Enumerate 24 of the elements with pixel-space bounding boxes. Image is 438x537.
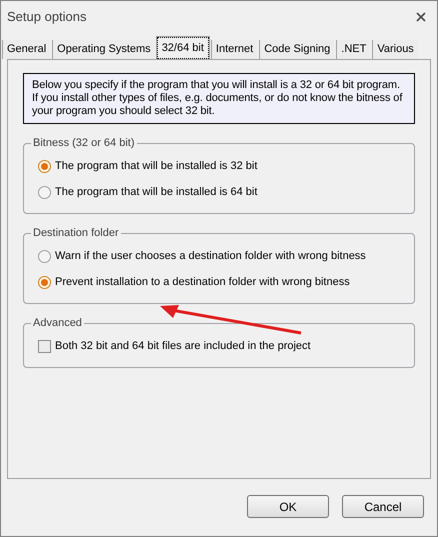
close-icon (414, 10, 428, 24)
dialog-button[interactable]: Cancel (342, 495, 424, 518)
dialog-button[interactable]: OK (247, 495, 329, 518)
radio-button[interactable] (38, 160, 51, 173)
tab[interactable]: Operating Systems (52, 40, 155, 59)
tab[interactable]: Various (372, 40, 418, 59)
checkbox[interactable] (38, 340, 51, 353)
tab[interactable]: General (2, 40, 50, 59)
tab[interactable]: 32/64 bit (156, 37, 209, 59)
tab[interactable]: .NET (336, 40, 370, 59)
radio-button[interactable] (38, 186, 51, 199)
option-label: Both 32 bit and 64 bit files are included in the project (55, 340, 311, 353)
info-text: Below you specify if the program that you will install is a 32 or 64 bit program. If you install other types of files, e.g. documents, or do not know the bitness of your program you should select 32 bit. (23, 73, 415, 124)
tab[interactable]: Code Signing (259, 40, 334, 59)
radio-button[interactable] (38, 276, 51, 289)
option-label: The program that will be installed is 32 bit (55, 160, 258, 173)
radio-button[interactable] (38, 250, 51, 263)
group-title: Bitness (32 or 64 bit) (31, 136, 136, 150)
arrow-icon (160, 305, 302, 334)
option-label: The program that will be installed is 64 bit (55, 186, 258, 199)
tab[interactable]: Internet (210, 40, 258, 59)
option-label: Warn if the user chooses a destination folder with wrong bitness (55, 250, 366, 263)
option-label: Prevent installation to a destination folder with wrong bitness (55, 276, 350, 289)
window-title: Setup options (7, 8, 87, 26)
